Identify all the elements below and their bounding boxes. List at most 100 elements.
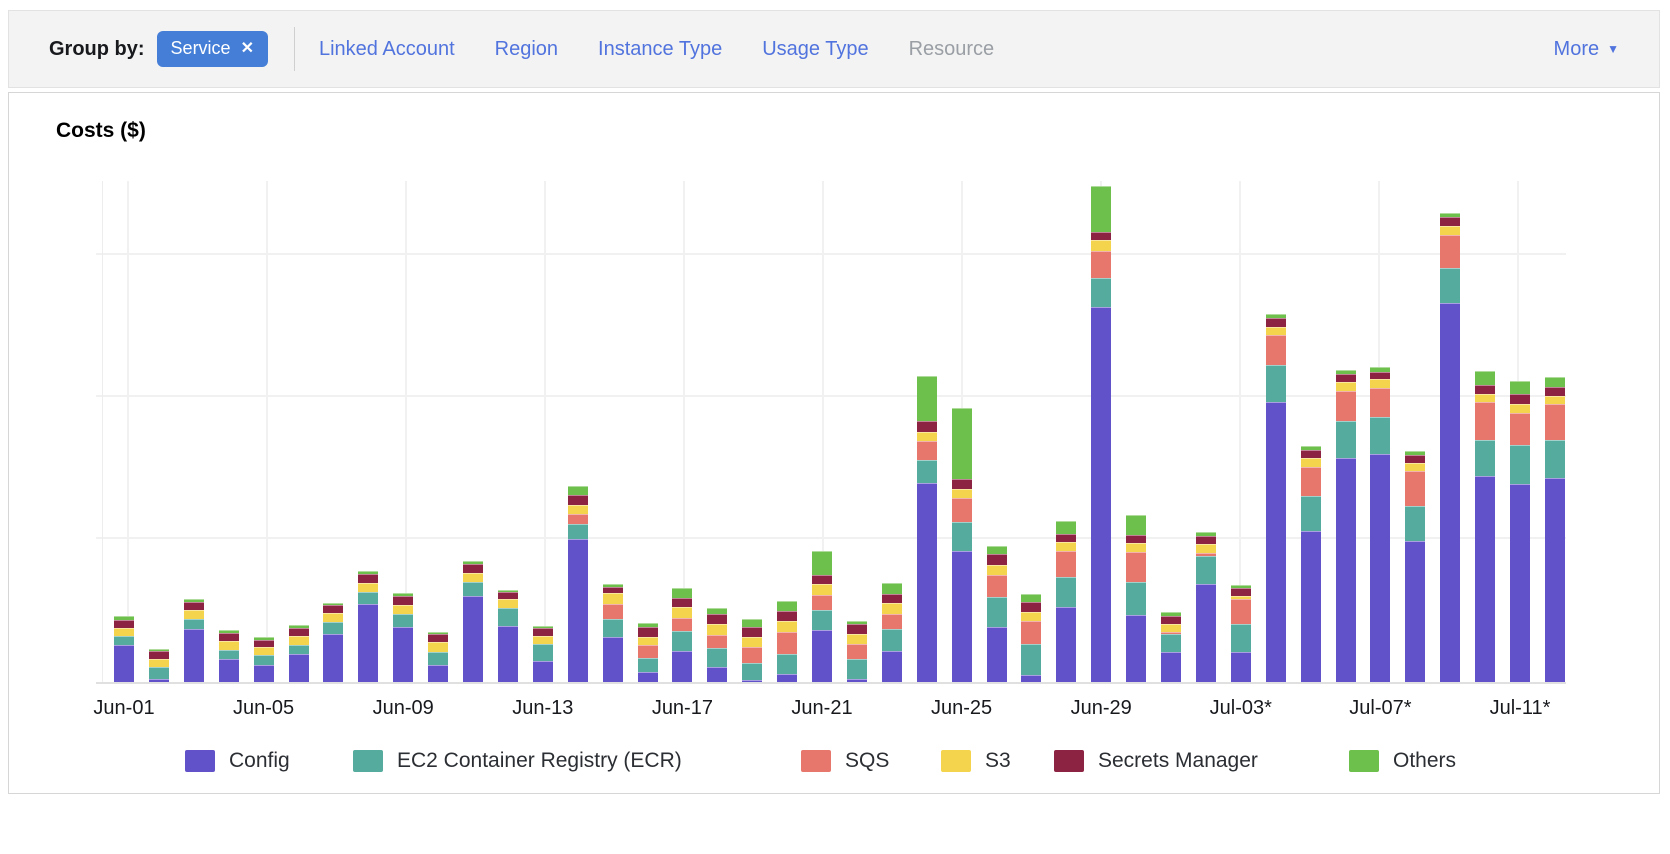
bar-segment-ec2-container-registry-ecr-[interactable] [289, 645, 309, 654]
bar-segment-secrets-manager[interactable] [219, 633, 239, 641]
legend-item-config[interactable]: Config [185, 749, 290, 773]
bar-segment-sqs[interactable] [638, 645, 658, 658]
bar-segment-config[interactable] [1440, 303, 1460, 682]
bar-segment-s3[interactable] [289, 636, 309, 645]
bar-segment-ec2-container-registry-ecr-[interactable] [777, 654, 797, 674]
bar-segment-secrets-manager[interactable] [672, 598, 692, 607]
bar-segment-sqs[interactable] [1231, 599, 1251, 624]
bar-segment-secrets-manager[interactable] [114, 620, 134, 628]
bar-segment-ec2-container-registry-ecr-[interactable] [149, 667, 169, 679]
bar-segment-config[interactable] [1301, 531, 1321, 682]
bar-segment-config[interactable] [533, 661, 553, 682]
bar-segment-config[interactable] [568, 539, 588, 682]
bar-Jun-29[interactable] [1091, 186, 1111, 682]
legend-item-others[interactable]: Others [1349, 749, 1456, 773]
bar-segment-config[interactable] [219, 659, 239, 682]
bar-segment-s3[interactable] [812, 584, 832, 595]
bar-segment-sqs[interactable] [812, 595, 832, 610]
bar-segment-s3[interactable] [638, 637, 658, 645]
bar-segment-others[interactable] [1021, 594, 1041, 602]
bar-segment-s3[interactable] [987, 565, 1007, 575]
bar-segment-s3[interactable] [1266, 327, 1286, 335]
bar-segment-sqs[interactable] [847, 644, 867, 659]
bar-segment-ec2-container-registry-ecr-[interactable] [1545, 440, 1565, 478]
bar-segment-sqs[interactable] [1091, 251, 1111, 278]
bar-Jun-12[interactable] [498, 590, 518, 682]
bar-segment-ec2-container-registry-ecr-[interactable] [254, 655, 274, 665]
bar-segment-ec2-container-registry-ecr-[interactable] [323, 622, 343, 634]
bar-segment-s3[interactable] [742, 637, 762, 647]
bar-segment-secrets-manager[interactable] [289, 628, 309, 636]
bar-Jun-14[interactable] [568, 486, 588, 682]
bar-segment-config[interactable] [847, 679, 867, 682]
bar-segment-others[interactable] [812, 551, 832, 575]
bar-Jun-24[interactable] [917, 376, 937, 682]
bar-segment-ec2-container-registry-ecr-[interactable] [428, 652, 448, 665]
bar-segment-ec2-container-registry-ecr-[interactable] [358, 592, 378, 604]
bar-segment-config[interactable] [917, 483, 937, 682]
bar-segment-config[interactable] [672, 651, 692, 682]
bar-segment-s3[interactable] [568, 505, 588, 514]
bar-segment-secrets-manager[interactable] [1336, 374, 1356, 382]
bar-segment-ec2-container-registry-ecr-[interactable] [882, 629, 902, 651]
bar-segment-ec2-container-registry-ecr-[interactable] [847, 659, 867, 679]
bar-segment-config[interactable] [1091, 307, 1111, 682]
bar-Jul-12[interactable] [1545, 377, 1565, 682]
bar-segment-ec2-container-registry-ecr-[interactable] [1336, 421, 1356, 458]
bar-segment-s3[interactable] [847, 634, 867, 644]
bar-segment-ec2-container-registry-ecr-[interactable] [1231, 624, 1251, 652]
bar-segment-s3[interactable] [393, 605, 413, 614]
bar-segment-config[interactable] [254, 665, 274, 682]
bar-segment-ec2-container-registry-ecr-[interactable] [1056, 577, 1076, 607]
bar-segment-secrets-manager[interactable] [847, 624, 867, 634]
bar-Jun-03[interactable] [184, 599, 204, 682]
bar-Jul-08[interactable] [1405, 451, 1425, 682]
bar-segment-sqs[interactable] [1440, 235, 1460, 268]
bar-segment-s3[interactable] [1301, 458, 1321, 467]
bar-segment-secrets-manager[interactable] [1126, 535, 1146, 543]
bar-segment-s3[interactable] [219, 641, 239, 650]
bar-segment-secrets-manager[interactable] [1475, 385, 1495, 394]
bar-Jun-28[interactable] [1056, 521, 1076, 682]
bar-segment-config[interactable] [812, 630, 832, 682]
bar-segment-ec2-container-registry-ecr-[interactable] [603, 619, 623, 637]
bar-segment-secrets-manager[interactable] [1161, 616, 1181, 624]
bar-Jun-02[interactable] [149, 649, 169, 682]
bar-Jul-02[interactable] [1196, 532, 1216, 682]
bar-segment-ec2-container-registry-ecr-[interactable] [568, 524, 588, 539]
bar-segment-secrets-manager[interactable] [917, 421, 937, 432]
bar-segment-others[interactable] [742, 619, 762, 627]
bar-segment-sqs[interactable] [952, 498, 972, 522]
bar-Jun-23[interactable] [882, 583, 902, 682]
bar-segment-s3[interactable] [498, 599, 518, 608]
bar-segment-sqs[interactable] [707, 635, 727, 648]
bar-segment-config[interactable] [1370, 454, 1390, 682]
group-by-chip-service[interactable]: Service ✕ [157, 31, 268, 67]
bar-Jun-09[interactable] [393, 593, 413, 682]
bar-segment-config[interactable] [1405, 541, 1425, 682]
bar-segment-others[interactable] [1126, 515, 1146, 535]
bar-segment-secrets-manager[interactable] [1091, 232, 1111, 240]
bar-Jun-19[interactable] [742, 619, 762, 682]
bar-segment-s3[interactable] [184, 610, 204, 619]
bar-segment-ec2-container-registry-ecr-[interactable] [184, 619, 204, 629]
bar-segment-secrets-manager[interactable] [1266, 318, 1286, 327]
bar-Jul-03[interactable] [1231, 585, 1251, 682]
bar-segment-ec2-container-registry-ecr-[interactable] [498, 608, 518, 626]
bar-segment-ec2-container-registry-ecr-[interactable] [672, 631, 692, 651]
bar-segment-secrets-manager[interactable] [1440, 217, 1460, 226]
bar-segment-ec2-container-registry-ecr-[interactable] [1266, 365, 1286, 402]
bar-segment-ec2-container-registry-ecr-[interactable] [114, 636, 134, 645]
bar-segment-config[interactable] [1161, 652, 1181, 682]
bar-Jul-06[interactable] [1336, 370, 1356, 682]
bar-segment-s3[interactable] [777, 621, 797, 632]
bar-segment-config[interactable] [742, 680, 762, 682]
bar-Jul-01[interactable] [1161, 612, 1181, 682]
bar-segment-sqs[interactable] [1510, 413, 1530, 445]
bar-segment-config[interactable] [323, 634, 343, 682]
bar-segment-sqs[interactable] [1266, 335, 1286, 365]
bar-Jun-07[interactable] [323, 603, 343, 682]
bar-Jun-22[interactable] [847, 621, 867, 682]
bar-segment-config[interactable] [1056, 607, 1076, 682]
bar-segment-ec2-container-registry-ecr-[interactable] [1405, 506, 1425, 541]
